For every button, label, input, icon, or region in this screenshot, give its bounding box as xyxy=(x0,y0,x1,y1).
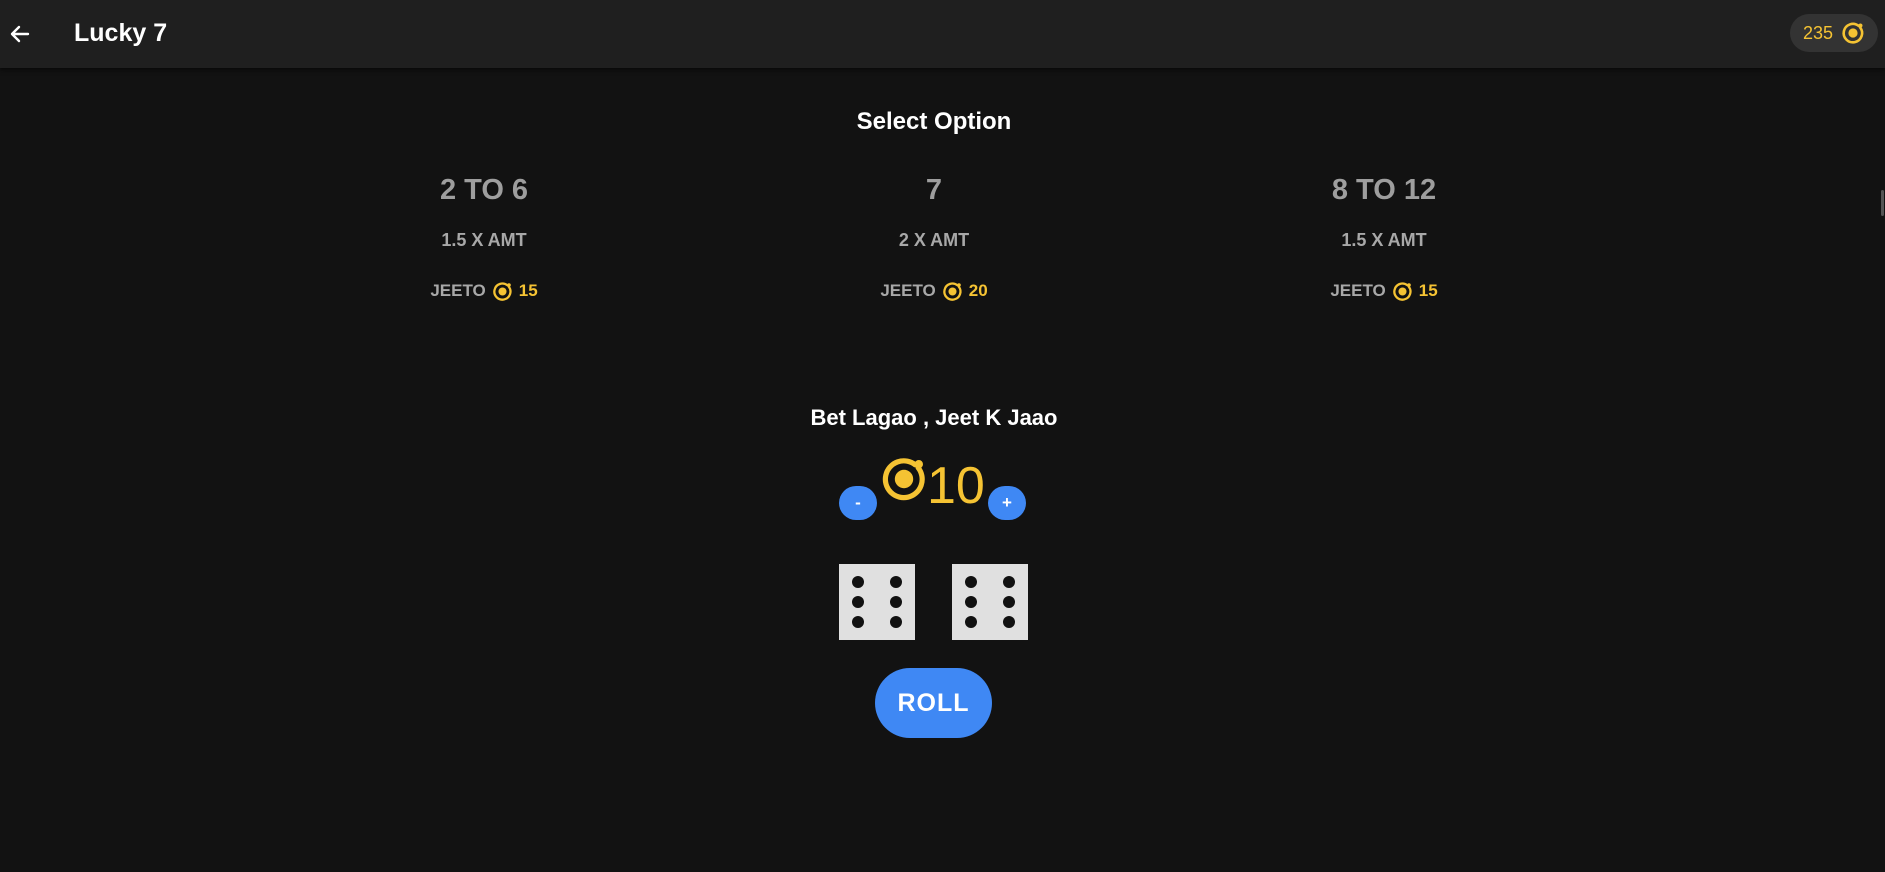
option-multiplier: 1.5 X AMT xyxy=(441,230,527,250)
jeeto-label: JEETO xyxy=(430,281,486,300)
die-pip xyxy=(965,616,977,628)
increase-bet-button[interactable]: + xyxy=(988,486,1026,520)
bet-title: Bet Lagao , Jeet K Jaao xyxy=(810,405,1058,430)
bet-amount: 10 xyxy=(927,457,985,515)
die-2 xyxy=(952,564,1028,640)
decrease-bet-button[interactable]: - xyxy=(839,486,877,520)
coin-balance[interactable]: 235 xyxy=(1790,14,1878,52)
option-8-to-12[interactable]: 8 TO 12 1.5 X AMT JEETO 15 xyxy=(1254,168,1514,302)
option-range: 7 xyxy=(925,174,943,206)
die-pip xyxy=(1003,616,1015,628)
die-pip xyxy=(852,616,864,628)
balance-value: 235 xyxy=(1802,22,1834,43)
back-button[interactable] xyxy=(6,16,34,52)
jeeto-amount: 15 xyxy=(1418,281,1438,300)
die-pip xyxy=(852,576,864,588)
page-title: Lucky 7 xyxy=(74,19,168,47)
roll-button[interactable]: ROLL xyxy=(875,668,992,738)
coin-icon xyxy=(492,281,513,302)
die-pip xyxy=(1003,576,1015,588)
option-jeeto: JEETO 15 xyxy=(354,280,614,302)
die-pip xyxy=(965,576,977,588)
jeeto-amount: 15 xyxy=(518,281,538,300)
coin-icon xyxy=(1392,281,1413,302)
jeeto-label: JEETO xyxy=(1330,281,1386,300)
jeeto-label: JEETO xyxy=(880,281,936,300)
scrollbar-thumb[interactable] xyxy=(1881,190,1884,216)
die-pip xyxy=(1003,596,1015,608)
die-pip xyxy=(890,576,902,588)
option-7[interactable]: 7 2 X AMT JEETO 20 xyxy=(804,168,1064,302)
jeeto-amount: 20 xyxy=(968,281,988,300)
arrow-left-icon xyxy=(10,25,30,43)
option-2-to-6[interactable]: 2 TO 6 1.5 X AMT JEETO 15 xyxy=(354,168,614,302)
die-pip xyxy=(890,616,902,628)
die-pip xyxy=(852,596,864,608)
coin-icon xyxy=(942,281,963,302)
option-jeeto: JEETO 15 xyxy=(1254,280,1514,302)
die-pip xyxy=(890,596,902,608)
option-jeeto: JEETO 20 xyxy=(804,280,1064,302)
die-1 xyxy=(839,564,915,640)
coin-icon xyxy=(1841,21,1865,45)
die-pip xyxy=(965,596,977,608)
select-option-title: Select Option xyxy=(856,108,1012,135)
coin-icon xyxy=(880,455,928,503)
app-header: Lucky 7 235 xyxy=(0,0,1885,68)
option-multiplier: 1.5 X AMT xyxy=(1341,230,1427,250)
option-range: 2 TO 6 xyxy=(439,174,529,206)
option-multiplier: 2 X AMT xyxy=(898,230,970,250)
option-range: 8 TO 12 xyxy=(1331,174,1437,206)
